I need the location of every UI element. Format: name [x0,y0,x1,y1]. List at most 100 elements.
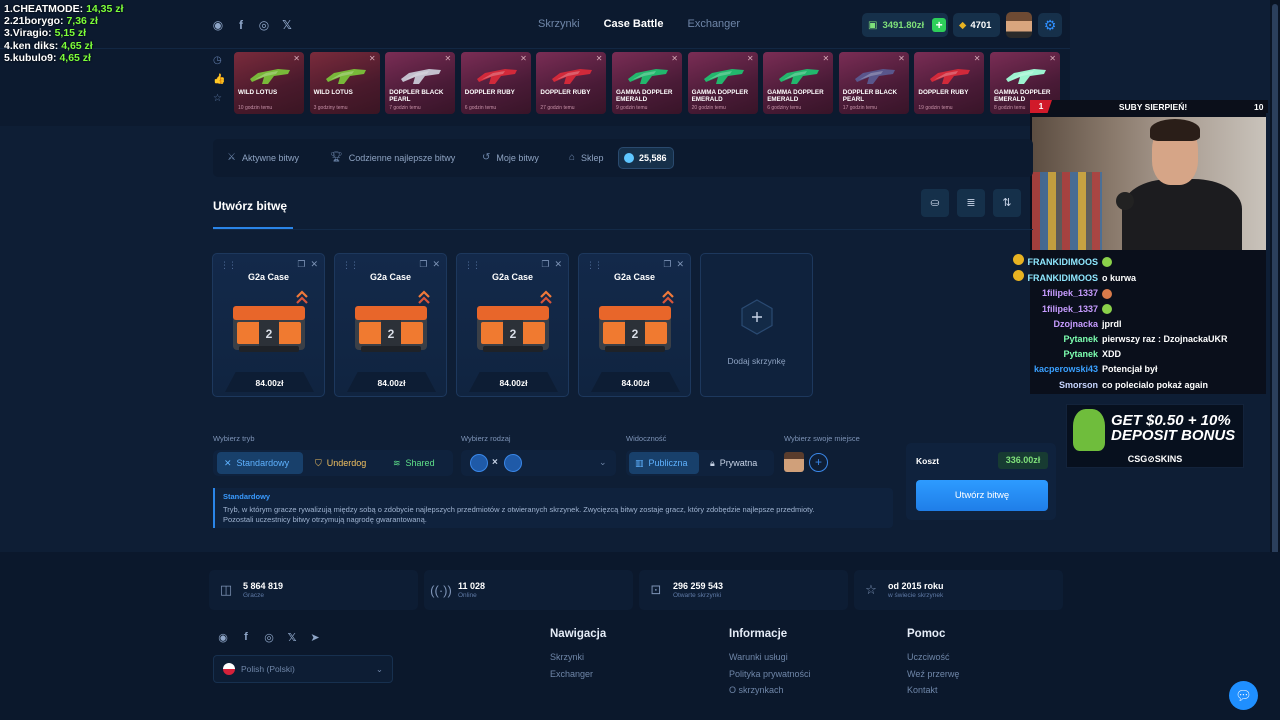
copy-icon[interactable]: ❐ [541,259,549,269]
footer-link[interactable]: Skrzynki [550,652,584,662]
skin-image-icon [250,69,290,84]
support-chat-button[interactable]: 💬︎ [1229,681,1258,710]
drag-handle-icon[interactable]: ⋮⋮ [342,260,359,271]
sponsor-ad-banner[interactable]: GET $0.50 + 10% DEPOSIT BONUS CSG⊘SKINS [1066,404,1244,468]
facebook-icon[interactable]: f [234,18,248,32]
balance-widget[interactable]: ▣ 3491.80zł + [862,13,948,37]
thumb-up-icon[interactable]: 👍 [213,74,225,85]
close-icon[interactable]: ✕ [369,54,376,63]
nav-exchanger[interactable]: Exchanger [687,18,740,30]
chat-message: FRANKIDIMOOS o kurwa [1012,270,1268,286]
footer-link[interactable]: Weź przerwę [907,669,959,679]
leaderboard-value: 5,15 zł [54,27,87,40]
copy-icon[interactable]: ❐ [297,259,305,269]
settings-gear-icon[interactable]: ⚙ [1038,13,1062,37]
footer-link[interactable]: Polityka prywatności [729,669,811,679]
close-icon[interactable]: ✕ [293,54,300,63]
drop-card[interactable]: ✕ DOPPLER BLACK PEARL 17 godzin temu [838,52,909,114]
footer-link[interactable]: Kontakt [907,685,938,695]
close-icon[interactable]: ✕ [822,54,829,63]
footer-link[interactable]: Warunki usługi [729,652,788,662]
battle-case-card[interactable]: ⋮⋮ ❐ ✕ G2a Case 2 84.00zł [212,253,325,397]
star-icon[interactable]: ☆ [213,93,225,104]
close-icon[interactable]: ✕ [974,54,981,63]
drop-card[interactable]: ✕ DOPPLER RUBY 27 godzin temu [536,52,607,114]
drop-card[interactable]: ✕ GAMMA DOPPLER EMERALD 6 godziny temu [763,52,834,114]
add-seat-button[interactable]: + [809,453,828,472]
create-battle-button[interactable]: Utwórz bitwę [916,480,1048,511]
drop-card[interactable]: ✕ WILD LOTUS 3 godziny temu [309,52,380,114]
case-image-icon: 2 [599,306,671,352]
drop-time: 6 godziny temu [767,105,802,111]
chevron-down-icon[interactable]: ⌄ [599,457,607,468]
drop-card[interactable]: ✕ GAMMA DOPPLER EMERALD 9 godzin temu [612,52,682,114]
seat-avatar[interactable] [784,452,804,472]
drop-card[interactable]: ✕ DOPPLER RUBY 6 godzin temu [460,52,531,114]
cases-pick-icon[interactable]: ⛀ [921,189,949,217]
tab-active-battles[interactable]: ⚔ Aktywne bitwy [227,152,299,163]
x-icon[interactable]: 𝕏 [280,18,294,32]
deposit-plus-button[interactable]: + [932,18,947,32]
gems-balance[interactable]: 25,586 [618,147,674,169]
drag-handle-icon[interactable]: ⋮⋮ [220,260,237,271]
copy-icon[interactable]: ❐ [663,259,671,269]
battle-case-card[interactable]: ⋮⋮ ❐ ✕ G2a Case 2 84.00zł [456,253,569,397]
info-line-1: Tryb, w którym gracze rywalizują między … [223,505,815,514]
footer-link[interactable]: Uczciwość [907,652,950,662]
drop-card[interactable]: ✕ GAMMA DOPPLER EMERALD 20 godzin temu [687,52,758,114]
drop-card[interactable]: ✕ DOPPLER BLACK PEARL 7 godzin temu [385,52,456,114]
copy-icon[interactable]: ❐ [419,259,427,269]
close-icon[interactable]: ✕ [676,259,684,269]
drop-card[interactable]: ✕ DOPPLER RUBY 19 godzin temu [914,52,985,114]
telegram-icon[interactable]: ➤ [308,631,322,645]
mascot-icon [1073,409,1105,451]
language-select[interactable]: Polish (Polski) ⌄ [213,655,393,683]
user-avatar[interactable] [1006,12,1032,38]
instagram-icon[interactable]: ◎ [262,631,276,645]
tab-my-battles[interactable]: ↺ Moje bitwy [482,152,539,163]
close-icon[interactable]: ✕ [432,259,440,269]
close-icon[interactable]: ✕ [747,54,754,63]
visibility-private[interactable]: 🔒︎ Prywatna [710,456,757,470]
nav-case-battle[interactable]: Case Battle [604,18,664,30]
add-case-button[interactable]: Dodaj skrzynkę [700,253,813,397]
drop-card[interactable]: ✕ WILD LOTUS 10 godzin temu [234,52,304,114]
leaderboard-value: 4,65 zł [59,51,91,64]
nav-skrzynki[interactable]: Skrzynki [538,18,580,30]
discord-icon[interactable]: ◉ [211,18,225,32]
close-icon[interactable]: ✕ [444,54,451,63]
footer-link[interactable]: Exchanger [550,669,593,679]
clock-icon[interactable]: ◷ [213,55,225,66]
close-icon[interactable]: ✕ [898,54,905,63]
close-icon[interactable]: ✕ [596,54,603,63]
instagram-icon[interactable]: ◎ [257,18,271,32]
battle-case-card[interactable]: ⋮⋮ ❐ ✕ G2a Case 2 84.00zł [334,253,447,397]
svg-text:2: 2 [632,327,639,341]
close-icon[interactable]: ✕ [554,259,562,269]
close-icon[interactable]: ✕ [310,259,318,269]
close-icon[interactable]: ✕ [520,54,527,63]
footer-link[interactable]: O skrzynkach [729,685,784,695]
mode-shared[interactable]: ≋ Shared [393,456,435,470]
stat-value: od 2015 roku [888,581,944,591]
x-icon[interactable]: 𝕏 [285,631,299,645]
layers-icon[interactable]: ≣ [957,189,985,217]
chat-message: 1filipek_1337 [1012,302,1268,317]
coins-widget[interactable]: ◆ 4701 [953,13,1000,37]
sort-icon[interactable]: ⇅ [993,189,1021,217]
mode-standard[interactable]: ✕ Standardowy [224,456,289,470]
tab-daily-best[interactable]: 🏆︎ Codzienne najlepsze bitwy [330,152,455,163]
drag-handle-icon[interactable]: ⋮⋮ [586,260,603,271]
visibility-public[interactable]: ▥ Publiczna [635,456,688,470]
close-icon[interactable]: ✕ [671,54,678,63]
tab-shop[interactable]: ⌂ Sklep [569,152,604,163]
stat-card: ◫ 5 864 819 Gracze [209,570,418,610]
facebook-icon[interactable]: f [239,631,253,645]
battle-case-card[interactable]: ⋮⋮ ❐ ✕ G2a Case 2 84.00zł [578,253,691,397]
drop-time: 8 godzin temu [994,105,1026,111]
skin-image-icon [1006,69,1046,84]
discord-icon[interactable]: ◉ [216,631,230,645]
mode-underdog[interactable]: ⛉ Underdog [315,456,366,470]
close-icon[interactable]: ✕ [1049,54,1056,63]
drag-handle-icon[interactable]: ⋮⋮ [464,260,481,271]
